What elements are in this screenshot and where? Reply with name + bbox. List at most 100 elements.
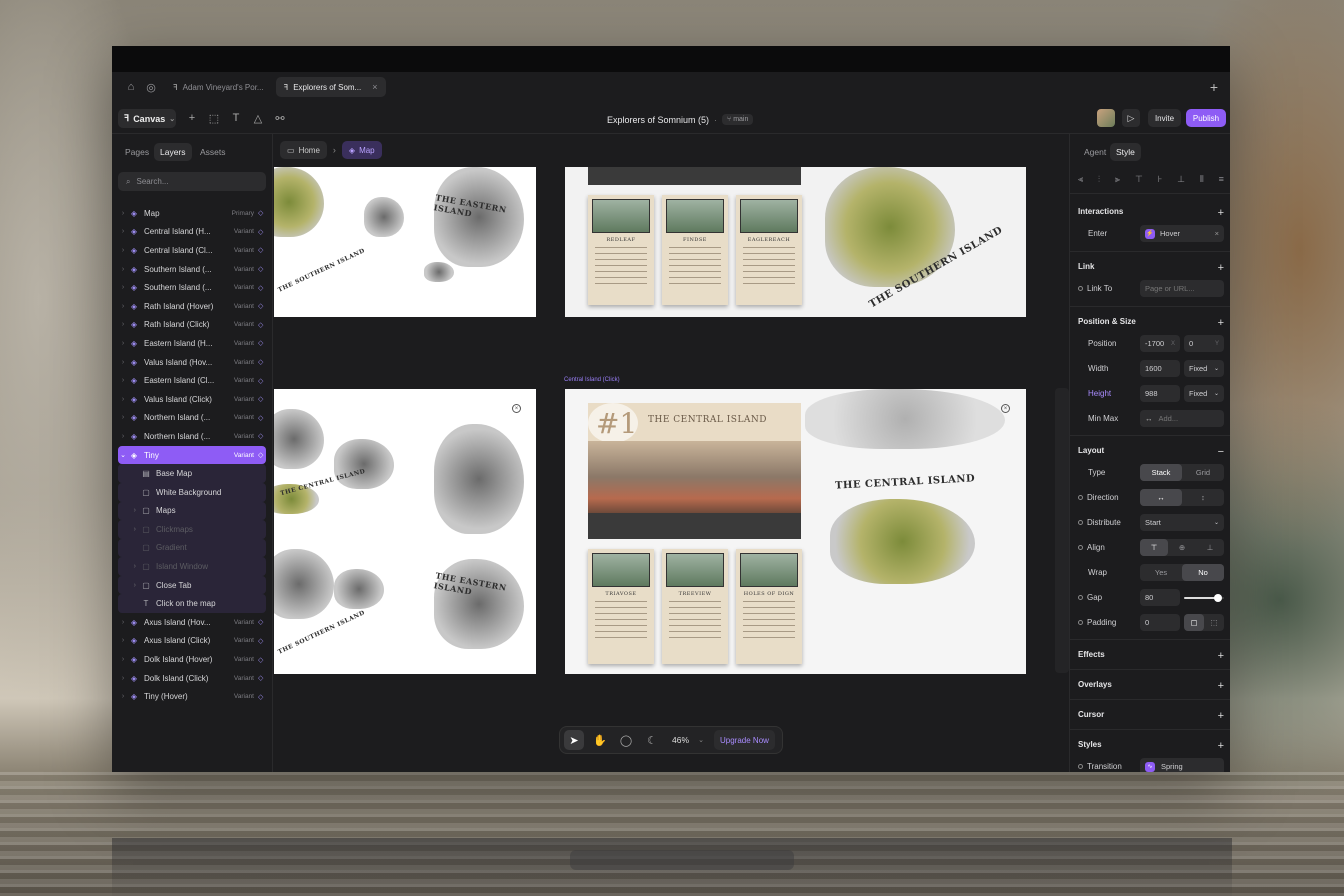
gap-input[interactable]: 80 <box>1140 589 1180 606</box>
design-canvas[interactable]: ▭ Home › ◈ Map THE EASTERN ISLAND THE SOUT… <box>274 134 1069 772</box>
map-frame-southern[interactable]: REDLEAF FINDSE EAGLEREACH THE SOUTHERN I… <box>565 167 1026 317</box>
breadcrumb-home[interactable]: ▭ Home <box>280 141 327 159</box>
chevron-right-icon[interactable]: › <box>118 675 128 682</box>
align-left-icon[interactable]: ⫷ <box>1078 174 1083 185</box>
text-tool-icon[interactable]: T <box>228 110 244 126</box>
add-icon[interactable]: + <box>1218 207 1224 219</box>
layer-row[interactable]: T Click on the map <box>118 594 266 614</box>
tab-assets[interactable]: Assets <box>194 143 232 161</box>
add-icon[interactable]: + <box>1218 650 1224 662</box>
home-icon[interactable]: ⌂ <box>121 77 141 97</box>
chevron-right-icon[interactable]: › <box>118 507 140 514</box>
close-tab-icon[interactable]: × <box>372 82 377 92</box>
gap-slider[interactable] <box>1184 589 1224 606</box>
distribute-select[interactable]: Start ⌄ <box>1140 514 1224 531</box>
align-top-icon[interactable]: ⊤ <box>1140 539 1168 556</box>
add-icon[interactable]: + <box>1218 740 1224 752</box>
layer-row[interactable]: ▢ White Background <box>118 482 266 502</box>
new-tab-plus-icon[interactable]: + <box>1204 77 1224 97</box>
distribute-h-icon[interactable]: ⦀ <box>1200 174 1204 185</box>
add-icon[interactable]: + <box>1218 262 1224 274</box>
layout-type-toggle[interactable]: Stack Grid <box>1140 464 1224 481</box>
layer-row[interactable]: ▤ Base Map <box>118 464 266 483</box>
padding-mode-toggle[interactable]: ▢ ⬚ <box>1184 614 1224 631</box>
wrap-yes[interactable]: Yes <box>1140 564 1182 581</box>
layer-row[interactable]: › ▢ Maps <box>118 501 266 521</box>
align-right-icon[interactable]: ⫸ <box>1115 174 1120 185</box>
align-bottom-icon[interactable]: ⊥ <box>1196 539 1224 556</box>
tab-style[interactable]: Style <box>1110 143 1141 161</box>
settings-sliders-icon[interactable]: ⚯ <box>272 110 288 126</box>
canvas-scrollbar[interactable] <box>1055 388 1069 673</box>
minmax-input[interactable]: ↔ Add... <box>1140 410 1224 427</box>
zoom-select[interactable]: 46% ⌄ <box>668 730 708 750</box>
search-input[interactable]: ⌕ Search... <box>118 172 266 191</box>
chevron-right-icon[interactable]: › <box>118 303 128 310</box>
type-grid[interactable]: Grid <box>1182 464 1224 481</box>
layer-row[interactable]: › ◈ Northern Island (... Variant ◇ <box>118 409 266 428</box>
width-input[interactable]: 1600 <box>1140 360 1180 377</box>
layer-row[interactable]: › ◈ Northern Island (... Variant ◇ <box>118 427 266 446</box>
frame-icon[interactable]: ⬚ <box>206 110 222 126</box>
chevron-right-icon[interactable]: › <box>118 359 128 366</box>
gap-slider-knob[interactable] <box>1214 594 1222 602</box>
chevron-right-icon[interactable]: › <box>118 284 128 291</box>
chevron-right-icon[interactable]: › <box>118 563 140 570</box>
align-center-icon[interactable]: ⊕ <box>1168 539 1196 556</box>
layer-row[interactable]: › ◈ Eastern Island (H... Variant ◇ <box>118 334 266 353</box>
globe-icon[interactable]: ◎ <box>141 77 161 97</box>
map-frame-tiny[interactable]: × THE CENTRAL ISLAND THE EASTERN ISLAND … <box>274 389 536 674</box>
tab-portfolio[interactable]: ꟻ Adam Vineyard's Por... <box>165 77 272 97</box>
layer-row[interactable]: › ◈ Valus Island (Hov... Variant ◇ <box>118 353 266 372</box>
pointer-icon[interactable]: ➤ <box>564 730 584 750</box>
chevron-right-icon[interactable]: › <box>118 656 128 663</box>
chevron-right-icon[interactable]: › <box>118 396 128 403</box>
tab-agent[interactable]: Agent <box>1078 143 1112 161</box>
transition-select[interactable]: ∿ Spring <box>1140 758 1224 772</box>
branch-badge[interactable]: ⑂ main <box>722 114 754 125</box>
add-icon[interactable]: + <box>1218 317 1224 329</box>
chevron-right-icon[interactable]: › <box>118 228 128 235</box>
padding-input[interactable]: 0 <box>1140 614 1180 631</box>
layer-row[interactable]: › ▢ Island Window <box>118 557 266 576</box>
height-mode-select[interactable]: Fixed ⌄ <box>1184 385 1224 402</box>
layer-row[interactable]: › ◈ Dolk Island (Click) Variant ◇ <box>118 669 266 688</box>
width-mode-select[interactable]: Fixed ⌄ <box>1184 360 1224 377</box>
position-y-input[interactable]: 0Y <box>1184 335 1224 352</box>
layer-row[interactable]: › ▢ Close Tab <box>118 575 266 595</box>
direction-toggle[interactable]: ↔ ↕ <box>1140 489 1224 506</box>
layer-row[interactable]: › ◈ Valus Island (Click) Variant ◇ <box>118 390 266 409</box>
link-input[interactable]: Page or URL... <box>1140 280 1224 297</box>
add-icon[interactable]: + <box>1218 680 1224 692</box>
padding-uniform-icon[interactable]: ▢ <box>1184 614 1204 631</box>
effects-section[interactable]: Effects + <box>1078 650 1224 662</box>
close-icon[interactable]: × <box>1215 229 1219 238</box>
chevron-right-icon[interactable]: › <box>118 377 128 384</box>
map-frame-central-click[interactable]: #1 THE CENTRAL ISLAND TRIAVOSE TREEVIEW … <box>565 389 1026 674</box>
align-center-h-icon[interactable]: ⫶ <box>1098 174 1100 185</box>
interaction-value[interactable]: ⚡ Hover × <box>1140 225 1224 242</box>
publish-button[interactable]: Publish <box>1186 109 1226 127</box>
layer-row[interactable]: › ◈ Central Island (H... Variant ◇ <box>118 223 266 242</box>
preview-play-icon[interactable]: ▷ <box>1122 109 1140 127</box>
align-top-icon[interactable]: ⊤ <box>1135 174 1143 185</box>
layer-row[interactable]: ▢ Gradient <box>118 538 266 558</box>
padding-individual-icon[interactable]: ⬚ <box>1204 614 1224 631</box>
layer-row[interactable]: › ◈ Central Island (Cl... Variant ◇ <box>118 241 266 260</box>
chevron-right-icon[interactable]: › <box>118 619 128 626</box>
height-input[interactable]: 988 <box>1140 385 1180 402</box>
cursor-section[interactable]: Cursor + <box>1078 710 1224 722</box>
close-icon[interactable]: × <box>512 404 521 413</box>
layer-row[interactable]: › ◈ Southern Island (... Variant ◇ <box>118 260 266 279</box>
chevron-right-icon[interactable]: › <box>118 210 128 217</box>
align-toggle[interactable]: ⊤ ⊕ ⊥ <box>1140 539 1224 556</box>
arrow-horizontal-icon[interactable]: ↔ <box>1140 489 1182 506</box>
layer-row[interactable]: › ◈ Southern Island (... Variant ◇ <box>118 278 266 297</box>
type-stack[interactable]: Stack <box>1140 464 1182 481</box>
layer-row[interactable]: › ◈ Axus Island (Hov... Variant ◇ <box>118 613 266 632</box>
shape-tool-icon[interactable]: △ <box>250 110 266 126</box>
chevron-right-icon[interactable]: › <box>118 693 128 700</box>
map-frame-eastern[interactable]: THE EASTERN ISLAND THE SOUTHERN ISLAND <box>274 167 536 317</box>
chevron-right-icon[interactable]: › <box>118 266 128 273</box>
position-x-input[interactable]: -1700 X <box>1140 335 1180 352</box>
